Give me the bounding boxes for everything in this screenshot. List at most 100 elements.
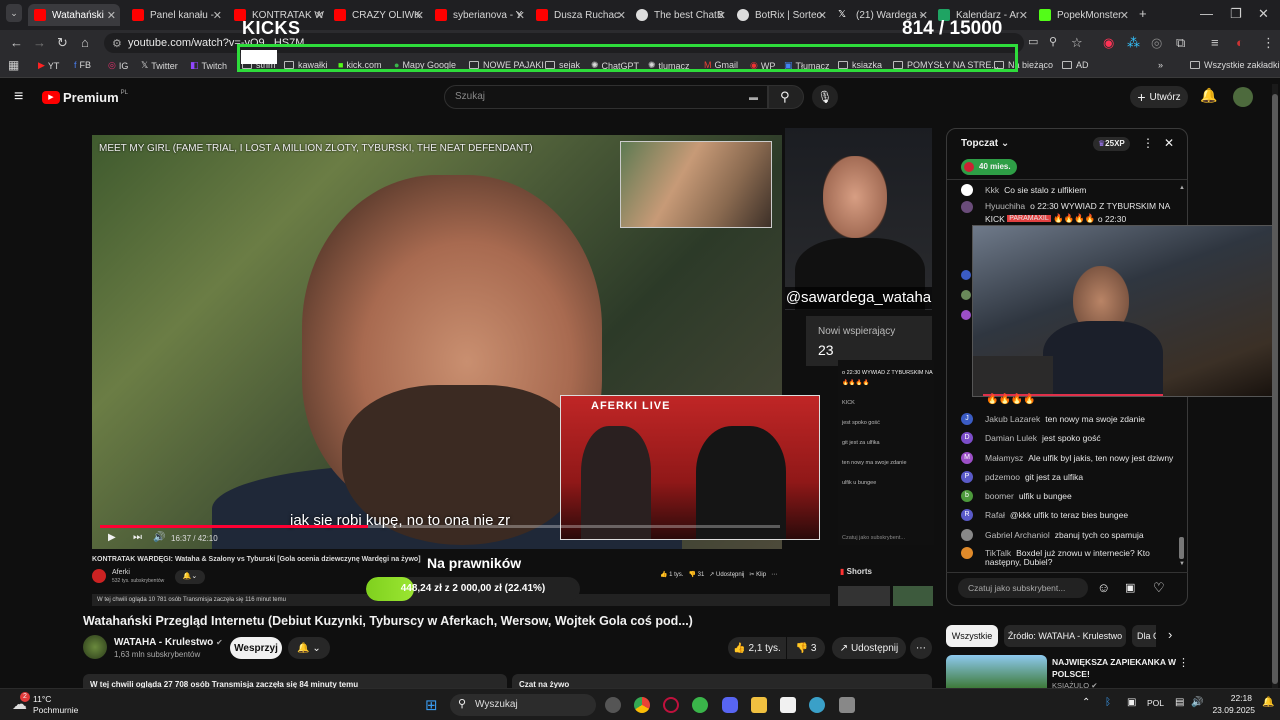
profile-icon[interactable]: ◐ — [1236, 35, 1244, 50]
tab-close-icon[interactable]: ✕ — [516, 9, 525, 22]
tab-dusza[interactable]: Dusza Ruchac ✕ — [536, 4, 630, 26]
home-icon[interactable]: ⌂ — [81, 35, 89, 50]
share-button[interactable]: ↗ Udostępnij — [832, 637, 906, 659]
xp-badge[interactable]: ♛25XP — [1093, 137, 1130, 151]
tab-close-icon[interactable]: ✕ — [315, 9, 324, 22]
taskbar-search[interactable]: ⚲ Wyszukaj — [450, 694, 596, 716]
tab-close-icon[interactable]: ✕ — [1120, 9, 1129, 22]
extension-icon[interactable]: ◎ — [1151, 35, 1162, 51]
clock-date[interactable]: 23.09.2025 — [1205, 705, 1255, 715]
close-window-icon[interactable]: ✕ — [1258, 6, 1269, 22]
bookmark-star-icon[interactable]: ☆ — [1071, 35, 1083, 51]
forward-icon[interactable]: → — [33, 35, 46, 50]
volume-icon[interactable]: 🔊 — [153, 532, 165, 543]
create-button[interactable]: + Utwórz — [1130, 86, 1188, 108]
chat-close-icon[interactable]: ✕ — [1164, 136, 1174, 150]
tab-close-icon[interactable]: ✕ — [717, 9, 726, 22]
next-icon[interactable]: ⏭ — [133, 532, 142, 543]
voice-search-icon[interactable]: 🎙 — [812, 85, 838, 109]
menu-dots-icon[interactable]: ⋮ — [1262, 35, 1275, 51]
bookmark-ig[interactable]: ◎ IG — [108, 60, 128, 71]
tray-chevron-icon[interactable]: ⌃ — [1082, 697, 1090, 708]
hamburger-menu-icon[interactable]: ≡ — [14, 88, 23, 106]
record-extension-icon[interactable]: ◉ — [1103, 35, 1114, 51]
tray-app-icon[interactable]: ▣ — [1127, 697, 1136, 708]
notifications-bell-icon[interactable]: 🔔 — [1200, 87, 1217, 104]
member-badge[interactable]: 40 mies. — [961, 159, 1017, 175]
tab-syberianova[interactable]: syberianova - Y ✕ — [435, 4, 529, 26]
back-icon[interactable]: ← — [10, 35, 23, 50]
channel-avatar[interactable] — [83, 635, 107, 659]
tab-search-icon[interactable]: ⌄ — [6, 4, 22, 22]
bluetooth-icon[interactable]: ᛒ — [1105, 697, 1111, 708]
discord-icon[interactable] — [722, 697, 738, 713]
apps-grid-icon[interactable]: ▦ — [8, 58, 19, 72]
chat-scroll-down-icon[interactable]: ▼ — [1179, 561, 1185, 567]
chat-scrollbar[interactable] — [1179, 537, 1184, 559]
bookmark-twitch[interactable]: ◧ Twitch — [190, 60, 227, 71]
network-icon[interactable]: ▤ — [1175, 697, 1184, 708]
chrome-icon[interactable] — [634, 697, 650, 713]
tab-popek[interactable]: PopekMonster ✕ — [1039, 4, 1133, 26]
clock-time[interactable]: 22:18 — [1214, 693, 1252, 703]
bookmark-twitter[interactable]: 𝕏 Twitter — [141, 60, 178, 71]
taskbar-app-icon[interactable] — [605, 697, 621, 713]
keyboard-icon[interactable]: ▬ — [749, 92, 758, 102]
windows-start-icon[interactable]: ⊞ — [425, 696, 438, 714]
tab-close-icon[interactable]: ✕ — [107, 9, 116, 22]
bookmark-ad[interactable]: AD — [1062, 60, 1089, 70]
channel-name[interactable]: WATAHA - Krulestwo ✔ — [114, 637, 223, 648]
more-actions-icon[interactable]: ⋯ — [910, 637, 932, 659]
search-button[interactable]: ⚲ — [768, 85, 804, 109]
volume-icon[interactable]: 🔊 — [1191, 697, 1203, 708]
dislike-button[interactable]: 👎 3 — [787, 637, 825, 659]
tab-close-icon[interactable]: ✕ — [213, 9, 222, 22]
super-chat-icon[interactable]: ▣ — [1125, 581, 1135, 594]
tab-botrix[interactable]: BotRix | Sorteo ✕ — [737, 4, 831, 26]
site-info-icon[interactable]: ⚙ — [112, 37, 122, 50]
tab-watahanski[interactable]: Watahański ✕ — [28, 4, 120, 26]
cast-icon[interactable]: ▭ — [1028, 35, 1038, 48]
opera-icon[interactable] — [663, 697, 679, 713]
notifications-dropdown[interactable]: 🔔 ⌄ — [288, 637, 330, 659]
youtube-premium-logo[interactable]: ▶ Premium PL — [42, 90, 128, 105]
chip-for-you[interactable]: Dla C — [1132, 625, 1156, 647]
tab-chatbot[interactable]: The best ChatB ✕ — [636, 4, 730, 26]
notification-center-icon[interactable]: 🔔 — [1262, 697, 1274, 708]
chip-all[interactable]: Wszystkie — [946, 625, 998, 647]
restore-icon[interactable]: ❐ — [1230, 6, 1242, 22]
reload-icon[interactable]: ↻ — [57, 35, 68, 51]
like-button[interactable]: 👍 2,1 tys. — [728, 637, 786, 659]
reading-list-icon[interactable]: ≡ — [1211, 35, 1219, 50]
zoom-icon[interactable]: ⚲ — [1049, 35, 1057, 48]
tab-panel-kanalu[interactable]: Panel kanału - ✕ — [132, 4, 226, 26]
page-scrollbar[interactable] — [1272, 84, 1278, 688]
related-more-icon[interactable]: ⋮ — [1178, 656, 1189, 669]
new-tab-icon[interactable]: + — [1139, 6, 1147, 21]
language-indicator[interactable]: POL — [1147, 698, 1164, 708]
bookmark-all[interactable]: Wszystkie zakładki — [1190, 60, 1280, 70]
capcut-icon[interactable] — [780, 697, 796, 713]
tab-close-icon[interactable]: ✕ — [617, 9, 626, 22]
tab-crazy-oliwka[interactable]: CRAZY OLIWK ✕ — [334, 4, 428, 26]
heart-icon[interactable]: ♡ — [1153, 580, 1165, 596]
video-progress-bar[interactable] — [100, 525, 780, 528]
chat-menu-icon[interactable]: ⋮ — [1142, 136, 1154, 150]
search-input[interactable]: Szukaj ▬ — [444, 85, 768, 109]
extension-icon[interactable]: ⁂ — [1127, 35, 1140, 51]
bookmarks-overflow-icon[interactable]: » — [1158, 60, 1163, 70]
file-explorer-icon[interactable] — [751, 697, 767, 713]
chat-scroll-up-icon[interactable]: ▲ — [1179, 185, 1185, 191]
extensions-puzzle-icon[interactable]: ⧉ — [1176, 35, 1185, 51]
app-icon[interactable] — [809, 697, 825, 713]
chevron-right-icon[interactable]: › — [1168, 627, 1172, 642]
avatar[interactable] — [1233, 87, 1253, 107]
browser-icon[interactable] — [692, 697, 708, 713]
tab-close-icon[interactable]: ✕ — [818, 9, 827, 22]
page-scrollbar-thumb[interactable] — [1272, 94, 1278, 684]
bookmark-yt[interactable]: ▶ YT — [38, 60, 59, 71]
chat-mode-dropdown[interactable]: Topczat ⌄ — [961, 138, 1009, 149]
minimize-icon[interactable]: — — [1200, 6, 1213, 21]
tab-close-icon[interactable]: ✕ — [415, 9, 424, 22]
chip-source[interactable]: Źródło: WATAHA - Krulestwo — [1004, 625, 1126, 647]
